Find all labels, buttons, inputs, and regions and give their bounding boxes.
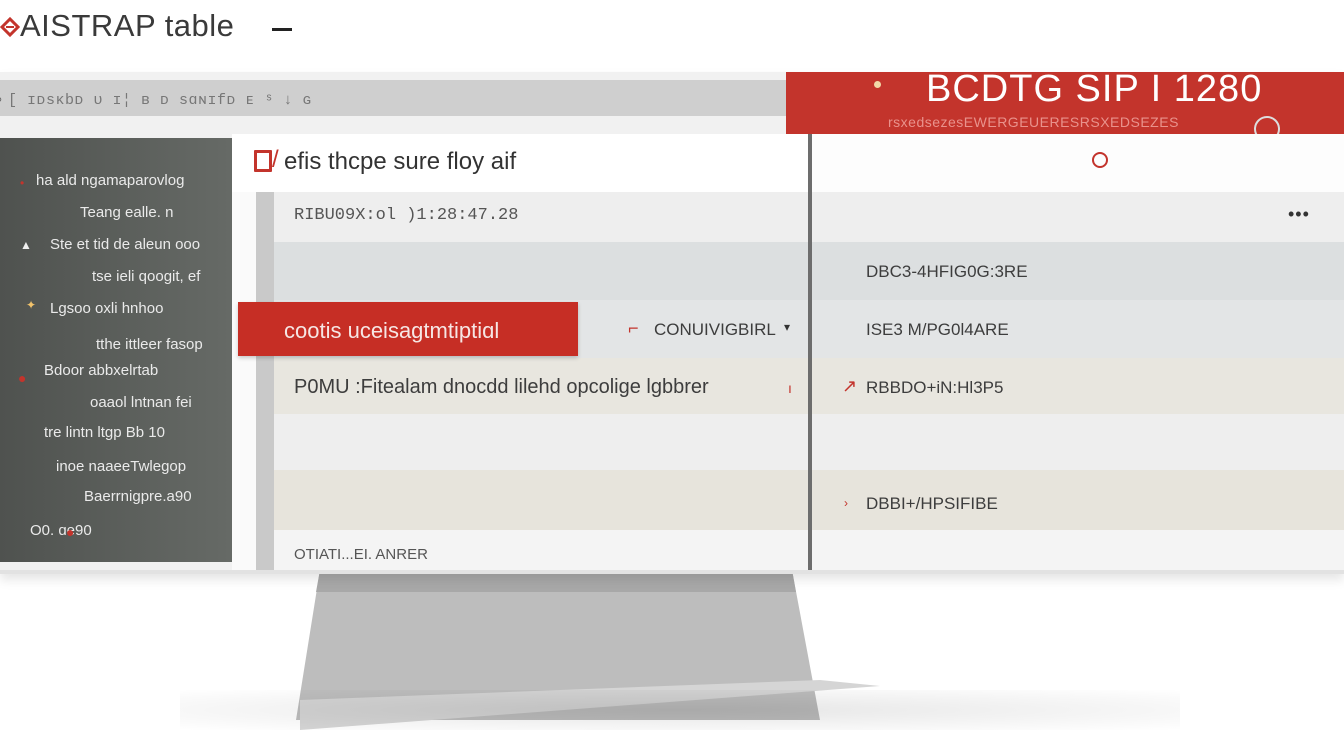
sidebar-item[interactable]: tthe ittleer fasop	[96, 336, 203, 353]
cell-value: DBBI+/HPSIFIBE	[866, 494, 998, 513]
sidebar-item[interactable]: Bdoor abbxelrtab	[44, 362, 158, 379]
tag-button-label[interactable]: cootis uceisagtmtiptiɑl	[284, 318, 499, 344]
record-icon: ●	[66, 524, 75, 540]
sidebar-item[interactable]: tse ieli qoogit, ef	[92, 268, 200, 285]
edit-icon: /	[272, 146, 279, 173]
sidebar-item[interactable]: inoe naaeeTwlegop	[56, 458, 186, 475]
row-gutter	[256, 192, 274, 570]
stand-shadow	[180, 690, 1180, 730]
bell-icon: ▲	[20, 238, 32, 252]
column-divider[interactable]	[808, 134, 812, 570]
sidebar-item[interactable]: tre lintn ltgp Bb 10	[44, 424, 165, 441]
panel-heading: efis thcpe sure floy aif	[284, 148, 517, 175]
banner-subtitle: rsxedsezesEWERGEUERESRSXEDSEZES	[888, 114, 1179, 130]
sidebar-item[interactable]: Baerrnigpre.a90	[84, 488, 192, 505]
cell-value: RBBDO+iN:Hl3P5	[866, 378, 1004, 397]
sidebar: ha ald ngamaparovlog Teang ealle. n Ste …	[0, 138, 232, 562]
sidebar-item[interactable]: ha ald ngamaparovlog	[36, 172, 184, 189]
document-icon	[254, 150, 272, 172]
sidebar-item[interactable]: O0. ɑe90	[30, 522, 92, 539]
caret-icon: ⌐	[628, 318, 639, 338]
cell-value: CONUIVIGBIRL	[654, 320, 776, 339]
more-icon[interactable]: •••	[1288, 204, 1310, 225]
screen: ⌕ [ ɪᴅsᴋbᴅ ᴜ ɪ¦ ʙ ᴅ sɑɴɪfᴅ ᴇ ˢ ↓ ɢ BCDTG…	[0, 72, 1344, 574]
banner-title: BCDTG SIP I 1280	[926, 72, 1263, 110]
address-text: [ ɪᴅsᴋbᴅ ᴜ ɪ¦ ʙ ᴅ sɑɴɪfᴅ ᴇ ˢ ↓ ɢ	[8, 92, 313, 109]
sidebar-item[interactable]: Lgsoo oxli hnhoo	[50, 300, 163, 317]
cell-value: ISE3 M/PG0l4ARE	[866, 320, 1009, 339]
bullet-icon: •	[20, 176, 25, 190]
alert-icon: ●	[18, 370, 27, 386]
subheader-text: RIBU09X:ol )1:28:47.28	[294, 206, 519, 225]
marker-icon: ı	[788, 380, 792, 396]
chevron-right-icon: ›	[844, 496, 848, 510]
search-icon: ⌕	[0, 91, 3, 109]
sidebar-item[interactable]: Teang ealle. n	[80, 204, 173, 221]
sidebar-item[interactable]: oaaol lntnan fei	[90, 394, 192, 411]
arrow-icon: ↗	[842, 376, 858, 396]
record-icon	[1092, 152, 1108, 168]
sidebar-item[interactable]: Ste et tid de aleun ooo	[50, 236, 200, 253]
dropdown-icon[interactable]: ▾	[784, 320, 790, 334]
cell-value: DBC3-4HFIG0G:3RE	[866, 262, 1028, 281]
cell-value: P0MU :Fitealam dnocdd lilehd opcolige lg…	[294, 376, 709, 398]
banner-dot	[874, 81, 881, 88]
panel-header-right	[812, 134, 1344, 192]
arrow-icon: ✦	[26, 298, 37, 312]
cell-value: OTIATI...EI. ANRER	[294, 546, 428, 563]
